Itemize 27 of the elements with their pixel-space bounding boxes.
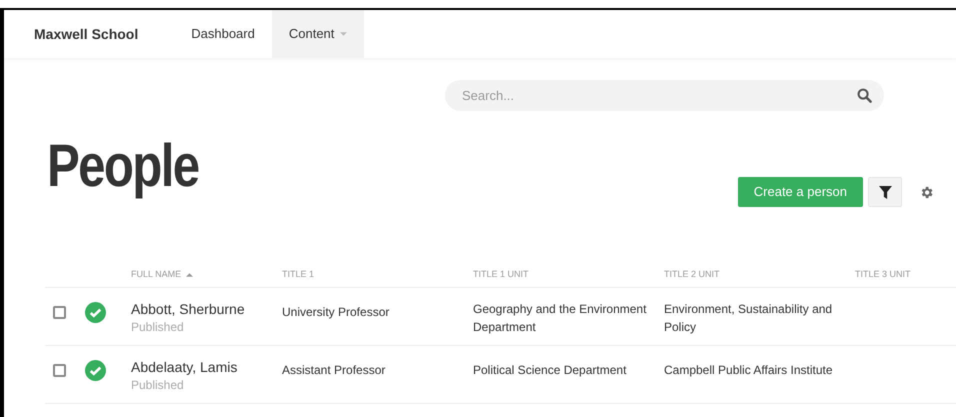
column-header[interactable]: TITLE 3 UNIT [855,268,911,282]
person-name[interactable]: Abbott, Sherburne [131,300,282,318]
column-header[interactable]: TITLE 2 UNIT [664,268,720,282]
person-name[interactable]: Abdelaaty, Lamis [131,358,282,376]
filter-button[interactable] [868,177,902,207]
table-cell-text: Assistant Professor [282,362,386,379]
search-field[interactable]: Search... [445,80,884,111]
column-header[interactable]: TITLE 1 UNIT [473,268,529,282]
column-header[interactable]: TITLE 1 [282,268,314,282]
table-cell-text: Campbell Public Affairs Institute [664,362,833,379]
search-icon[interactable] [857,88,872,103]
page-title: People [47,131,198,201]
brand-name[interactable]: Maxwell School [4,10,168,58]
table-cell-text: Geography and the Environment Department [473,301,648,336]
nav-tab[interactable]: Content [272,10,364,58]
row-checkbox[interactable] [53,306,66,319]
create-person-button[interactable]: Create a person [738,177,863,207]
table-cell-text: University Professor [282,304,390,321]
filter-icon [878,186,892,198]
column-header[interactable]: FULL NAME [131,268,182,282]
status-text: Published [131,377,184,394]
row-checkbox[interactable] [53,364,66,377]
table-cell-text: Environment, Sustainability and Policy [664,301,834,336]
table-cell-text: Political Science Department [473,362,626,379]
nav-tab[interactable]: Dashboard [174,10,272,58]
status-text: Published [131,319,184,336]
settings-icon[interactable] [919,184,934,200]
